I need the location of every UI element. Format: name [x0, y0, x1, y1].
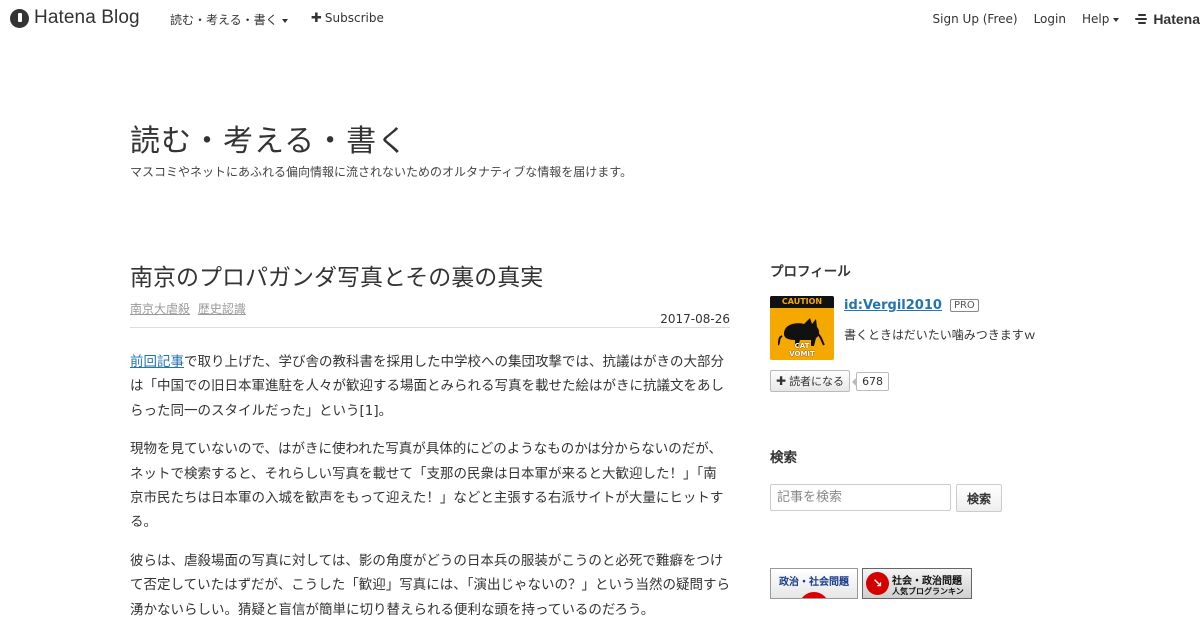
politics-banner-text: 政治・社会問題 — [779, 577, 849, 588]
profile-module: プロフィール CAUTION CAT VOMIT id:Vergil2010 P… — [770, 260, 1100, 392]
entry-meta: 南京大虐殺 歴史認識 2017-08-26 — [130, 300, 730, 328]
entry-article: 南京のプロパガンダ写真とその裏の真実 南京大虐殺 歴史認識 2017-08-26… — [130, 258, 730, 630]
red-circle-icon — [799, 592, 829, 598]
chevron-down-icon — [1113, 17, 1120, 22]
hatena-logo[interactable]: Hatena — [1135, 11, 1200, 27]
entry-categories: 南京大虐殺 歴史認識 — [130, 300, 250, 317]
hatena-global-header: Hatena Blog 読む・考える・書く ✚ Subscribe Sign U… — [0, 0, 1200, 36]
profile-id-row: id:Vergil2010 PRO — [844, 298, 1036, 313]
plus-icon: ✚ — [311, 10, 322, 26]
entry-body: 前回記事で取り上げた、学び舎の教科書を採用した中学校への集団攻撃では、抗議はがき… — [130, 350, 730, 622]
subscribe-button[interactable]: ✚ Subscribe — [311, 11, 384, 25]
blog-title[interactable]: 読む・考える・書く — [130, 116, 408, 160]
paragraph: 彼らは、虐殺場面の写真に対しては、影の角度がどうの日本兵の服装がこうのと必死で難… — [130, 552, 730, 618]
signup-link[interactable]: Sign Up (Free) — [933, 12, 1018, 26]
politics-banner[interactable]: 政治・社会問題 — [770, 568, 858, 599]
logo-text: Hatena Blog — [34, 7, 140, 28]
avatar[interactable]: CAUTION CAT VOMIT — [770, 296, 834, 360]
blog-description: マスコミやネットにあふれる偏向情報に流されないためのオルタナティブな情報を届けま… — [130, 165, 633, 179]
category-link[interactable]: 南京大虐殺 — [130, 302, 190, 316]
become-reader-label: 読者になる — [789, 375, 845, 388]
login-link[interactable]: Login — [1034, 12, 1066, 26]
avatar-caption-top: CAUTION — [770, 296, 834, 308]
paragraph-text: で取り上げた、学び舎の教科書を採用した中学校への集団攻撃では、抗議はがきの大部分… — [130, 354, 724, 419]
profile-row: CAUTION CAT VOMIT id:Vergil2010 PRO 書くとき… — [770, 296, 1100, 360]
search-form: 検索 — [770, 484, 1100, 512]
help-label: Help — [1081, 12, 1110, 26]
blog-menu-label: 読む・考える・書く — [170, 13, 278, 27]
previous-article-link[interactable]: 前回記事 — [130, 354, 184, 370]
entry-title[interactable]: 南京のプロパガンダ写真とその裏の真実 — [130, 258, 730, 292]
hatena-blog-logo[interactable]: Hatena Blog — [10, 7, 140, 29]
blog-menu-dropdown[interactable]: 読む・考える・書く — [170, 11, 288, 28]
profile-heading: プロフィール — [770, 264, 851, 280]
blog-ranking-banner[interactable]: ↘ 社会・政治問題 人気ブログランキング — [862, 568, 972, 599]
chevron-down-icon — [281, 18, 288, 23]
paragraph: 前回記事で取り上げた、学び舎の教科書を採用した中学校への集団攻撃では、抗議はがき… — [130, 350, 730, 423]
ranking-logo-icon: ↘ — [866, 572, 889, 595]
hatena-blog-logo-icon — [10, 8, 29, 28]
ranking-banner-top-text: 社会・政治問題 — [892, 576, 962, 587]
search-button[interactable]: 検索 — [956, 484, 1002, 512]
header-right-nav: Sign Up (Free) Login Help Hatena — [933, 11, 1200, 27]
become-reader-button[interactable]: ✚ 読者になる — [770, 370, 851, 392]
paragraph: 現物を見ていないので、はがきに使われた写真が具体的にどのようなものかは分からない… — [130, 441, 724, 531]
plus-icon: ✚ — [776, 374, 787, 388]
pro-badge[interactable]: PRO — [949, 299, 979, 312]
subscribe-label: Subscribe — [324, 11, 384, 25]
profile-info: id:Vergil2010 PRO 書くときはだいたい噛みつきますｗ — [844, 296, 1036, 360]
profile-id-link[interactable]: id:Vergil2010 — [844, 298, 942, 313]
help-menu[interactable]: Help — [1081, 12, 1120, 26]
search-input[interactable] — [770, 484, 951, 511]
category-link[interactable]: 歴史認識 — [198, 302, 246, 316]
reader-count[interactable]: 678 — [852, 371, 890, 391]
profile-description: 書くときはだいたい噛みつきますｗ — [844, 328, 1036, 342]
hatena-label: Hatena — [1153, 11, 1200, 27]
ranking-banners: 政治・社会問題 ↘ 社会・政治問題 人気ブログランキング — [770, 568, 972, 599]
search-heading: 検索 — [770, 450, 797, 466]
avatar-caption-bottom: CAT VOMIT — [789, 342, 815, 358]
ranking-banner-bottom-text: 人気ブログランキング — [892, 587, 964, 596]
entry-date[interactable]: 2017-08-26 — [660, 312, 730, 326]
hatena-lines-icon — [1135, 14, 1149, 24]
search-module: 検索 検索 — [770, 446, 1100, 512]
reader-row: ✚ 読者になる 678 — [770, 370, 1100, 392]
